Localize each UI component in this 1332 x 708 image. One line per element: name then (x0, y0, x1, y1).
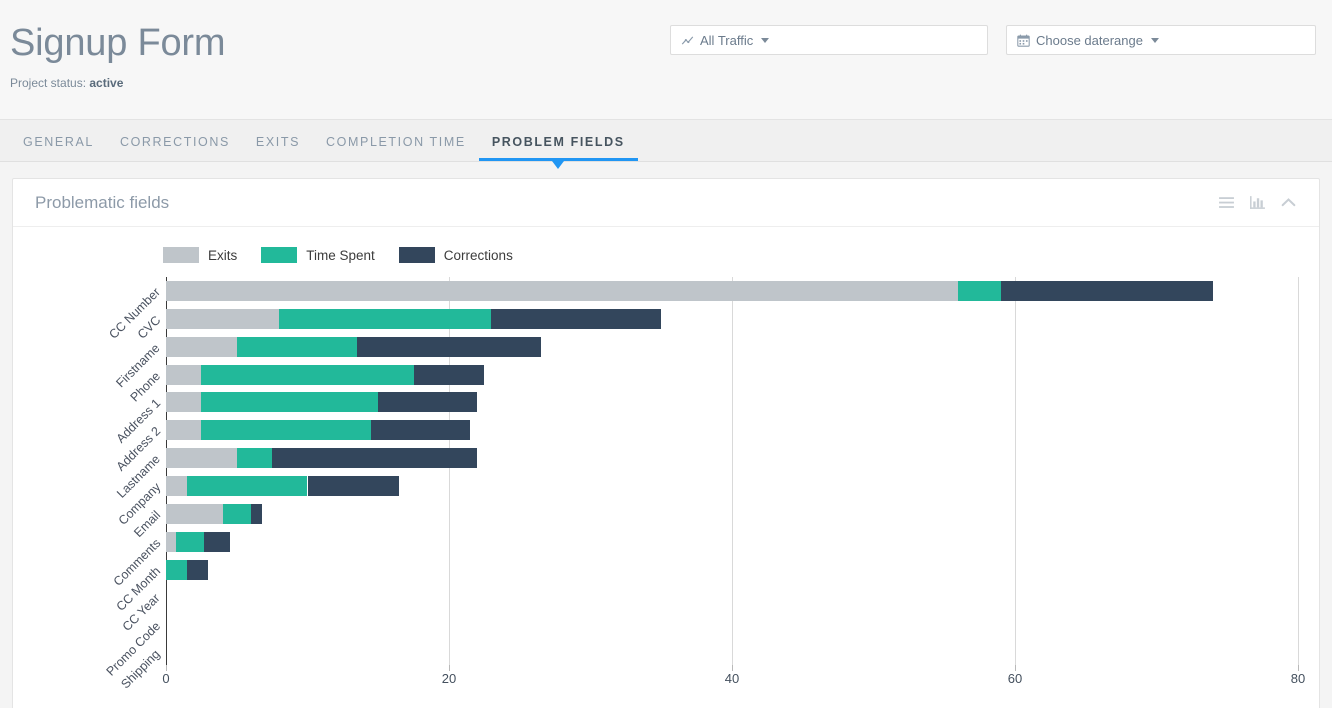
panel-title: Problematic fields (35, 192, 170, 212)
gridline (449, 277, 450, 667)
tab-corrections[interactable]: CORRECTIONS (107, 135, 243, 161)
bar-segment-time-spent[interactable] (201, 392, 379, 413)
chevron-down-icon (761, 37, 770, 43)
legend-label: Corrections (443, 247, 513, 263)
bar-segment-time-spent[interactable] (175, 531, 205, 552)
legend-label: Exits (208, 247, 238, 263)
bar-segment-exits[interactable] (166, 308, 280, 329)
bar-segment-exits[interactable] (166, 280, 959, 301)
bar-segment-corrections[interactable] (371, 420, 471, 441)
project-status-value: active (89, 75, 124, 90)
problematic-fields-panel: Problematic fields Exits Time Spent Corr… (12, 178, 1320, 708)
bar-chart-icon[interactable] (1249, 194, 1266, 211)
bar-segment-time-spent[interactable] (201, 364, 414, 385)
bar-row[interactable] (166, 503, 1298, 524)
bar-row[interactable] (166, 392, 1298, 413)
bar-segment-time-spent[interactable] (222, 503, 251, 524)
bar-segment-corrections[interactable] (357, 336, 541, 357)
bar-segment-exits[interactable] (166, 531, 176, 552)
x-tick-label: 20 (441, 671, 457, 686)
tab-general[interactable]: GENERAL (10, 135, 107, 161)
gridline (1015, 277, 1016, 667)
bar-segment-time-spent[interactable] (201, 420, 372, 441)
bar-row[interactable] (166, 336, 1298, 357)
traffic-filter-label: All Traffic (700, 32, 754, 48)
daterange-dropdown[interactable]: Choose daterange (1006, 25, 1316, 55)
legend-label: Time Spent (306, 247, 375, 263)
bar-row[interactable] (166, 280, 1298, 301)
header-controls: All Traffic Choose daterange (670, 25, 1316, 55)
bar-segment-time-spent[interactable] (166, 559, 188, 580)
bar-row[interactable] (166, 475, 1298, 496)
project-status-label: Project status: (10, 75, 87, 90)
chart-legend: Exits Time Spent Corrections (163, 247, 513, 263)
bar-row[interactable] (166, 587, 1298, 607)
bar-segment-corrections[interactable] (187, 559, 209, 580)
legend-swatch-icon (398, 247, 435, 263)
legend-swatch-icon (163, 247, 199, 263)
daterange-label: Choose daterange (1036, 32, 1143, 48)
y-axis-labels: CC Number CVC Firstname Phone Address 1 Addre… (13, 277, 163, 691)
bar-segment-corrections[interactable] (1000, 280, 1214, 301)
bar-row[interactable] (166, 615, 1298, 635)
bar-segment-time-spent[interactable] (958, 280, 1001, 301)
bar-segment-corrections[interactable] (413, 364, 485, 385)
gridline (1298, 277, 1299, 667)
calendar-icon (1017, 34, 1030, 47)
bar-segment-time-spent[interactable] (236, 448, 273, 469)
list-view-icon[interactable] (1218, 194, 1235, 211)
bar-segment-time-spent[interactable] (279, 308, 492, 329)
tab-completion-time[interactable]: COMPLETION TIME (313, 135, 479, 161)
x-tick-label: 40 (724, 671, 740, 686)
tab-problem-fields[interactable]: PROBLEM FIELDS (478, 135, 638, 169)
bar-segment-exits[interactable] (166, 448, 237, 469)
panel-header: Problematic fields (13, 179, 1319, 227)
legend-item-corrections[interactable]: Corrections (398, 247, 513, 263)
bar-row[interactable] (166, 559, 1298, 580)
bar-row[interactable] (166, 308, 1298, 329)
bar-segment-corrections[interactable] (491, 308, 662, 329)
bar-row[interactable] (166, 364, 1298, 385)
chart-area: Exits Time Spent Corrections CC Number CVC F… (13, 227, 1319, 708)
panel-tools (1218, 194, 1297, 211)
legend-swatch-icon (261, 247, 298, 263)
project-status: Project status: active (10, 76, 225, 90)
tab-exits[interactable]: EXITS (243, 135, 313, 161)
bar-segment-exits[interactable] (166, 336, 237, 357)
bar-segment-time-spent[interactable] (236, 336, 358, 357)
page-title: Signup Form (10, 22, 226, 64)
bar-segment-time-spent[interactable] (187, 475, 308, 496)
gridline (732, 277, 733, 667)
bar-segment-exits[interactable] (166, 503, 223, 524)
x-tick-label: 80 (1290, 671, 1306, 686)
page-header: Signup Form Project status: active All T… (0, 0, 1332, 120)
y-axis-line (166, 277, 167, 667)
bar-segment-corrections[interactable] (307, 475, 400, 496)
bar-segment-exits[interactable] (166, 392, 202, 413)
tab-bar: GENERAL CORRECTIONS EXITS COMPLETION TIME PR… (0, 120, 1332, 169)
bar-segment-exits[interactable] (166, 364, 202, 385)
bar-row[interactable] (166, 643, 1298, 663)
bar-segment-corrections[interactable] (272, 448, 478, 469)
title-block: Signup Form Project status: active (10, 22, 226, 90)
bar-row[interactable] (166, 448, 1298, 469)
x-tick-label: 60 (1007, 671, 1023, 686)
bar-row[interactable] (166, 531, 1298, 552)
chevron-down-icon (1150, 37, 1159, 43)
plot-area (166, 277, 1299, 667)
legend-item-exits[interactable]: Exits (163, 247, 237, 263)
bar-segment-exits[interactable] (166, 420, 202, 441)
bar-segment-corrections[interactable] (204, 531, 230, 552)
bar-segment-exits[interactable] (166, 475, 188, 496)
chevron-up-icon[interactable] (1280, 194, 1297, 211)
x-tick-label: 0 (162, 671, 170, 686)
traffic-filter-dropdown[interactable]: All Traffic (670, 25, 988, 55)
bar-row[interactable] (166, 420, 1298, 441)
bar-segment-corrections[interactable] (250, 503, 263, 524)
legend-item-time-spent[interactable]: Time Spent (261, 247, 375, 263)
trend-line-icon (681, 34, 694, 47)
bar-segment-corrections[interactable] (378, 392, 478, 413)
